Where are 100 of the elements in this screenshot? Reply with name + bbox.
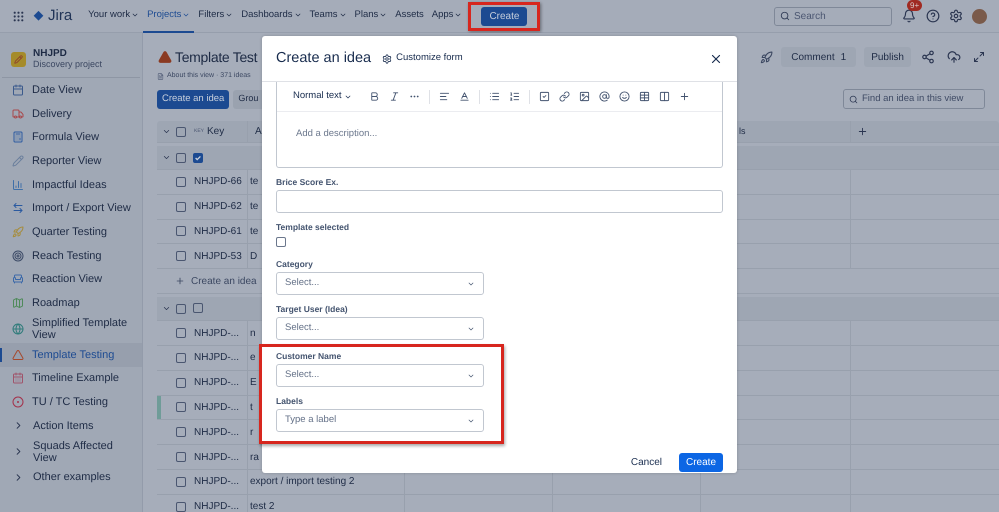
sidebar-item[interactable]: Import / Export View: [0, 196, 142, 220]
customize-form-button[interactable]: Customize form: [382, 51, 463, 66]
view-search-field[interactable]: Find an idea in this view: [843, 89, 985, 109]
chevron-icon: [379, 11, 388, 19]
select-field[interactable]: Select...: [276, 364, 484, 387]
nav-menu-item[interactable]: Apps: [428, 0, 466, 32]
sidebar-item[interactable]: Action Items: [0, 414, 142, 438]
checkbox[interactable]: [176, 176, 186, 187]
image-icon[interactable]: [578, 91, 590, 102]
checkbox[interactable]: [176, 502, 186, 512]
view-icon: [12, 396, 24, 408]
app-switcher-icon[interactable]: [12, 10, 25, 22]
dialog-title: Create an idea: [276, 48, 372, 68]
text-color-icon[interactable]: [458, 91, 470, 102]
sidebar-item[interactable]: Timeline Example: [0, 366, 142, 390]
chevron-icon: [182, 11, 190, 19]
checkbox[interactable]: [176, 304, 186, 314]
help-icon[interactable]: [926, 9, 940, 23]
sidebar-item[interactable]: Squads Affected View: [0, 438, 142, 466]
sidebar-item[interactable]: Formula View: [0, 125, 142, 150]
align-icon[interactable]: [438, 91, 450, 102]
nav-menu-item[interactable]: Teams: [306, 0, 350, 32]
checkbox[interactable]: [176, 378, 186, 388]
text-input[interactable]: [276, 190, 723, 213]
checkbox[interactable]: [176, 226, 186, 236]
sidebar-item[interactable]: Impactful Ideas: [0, 172, 142, 196]
checkbox[interactable]: [176, 328, 186, 338]
select-field[interactable]: Type a label: [276, 409, 484, 432]
table-cell-text: NHJPD-...: [193, 376, 239, 390]
checkbox[interactable]: [193, 302, 203, 313]
checkbox[interactable]: [176, 402, 186, 412]
submit-button[interactable]: Create: [678, 453, 723, 472]
sidebar-item[interactable]: TU / TC Testing: [0, 390, 142, 414]
columns-icon[interactable]: [658, 91, 670, 102]
view-icon: [12, 226, 24, 238]
mention-icon[interactable]: [598, 91, 610, 102]
collapse-icon[interactable]: [162, 153, 171, 162]
table-cell-text: D: [249, 250, 258, 264]
search-icon: [780, 11, 790, 21]
avatar[interactable]: [972, 8, 987, 24]
checkbox[interactable]: [176, 152, 186, 162]
italic-icon[interactable]: [388, 91, 400, 102]
sidebar-item[interactable]: Simplified Template View: [0, 314, 142, 343]
group-button[interactable]: Grou: [233, 90, 262, 108]
description-editor[interactable]: Normal text Add a description...: [276, 82, 723, 168]
nav-menu-item[interactable]: Dashboards: [237, 0, 306, 32]
link-icon[interactable]: [558, 91, 570, 102]
cancel-button[interactable]: Cancel: [626, 453, 667, 472]
app-logo[interactable]: Jira: [48, 4, 72, 28]
expand-icon[interactable]: [973, 51, 985, 63]
checkbox[interactable]: [176, 126, 186, 136]
table-icon[interactable]: [638, 91, 650, 102]
plus-icon[interactable]: [678, 91, 690, 102]
checkbox[interactable]: [176, 352, 186, 363]
sidebar-item[interactable]: Delivery: [0, 102, 142, 126]
publish-button[interactable]: Publish: [864, 47, 911, 67]
sidebar-item[interactable]: Other examples: [0, 466, 142, 490]
checkbox[interactable]: [176, 202, 186, 212]
numbered-list-icon[interactable]: [508, 91, 520, 102]
sidebar-item[interactable]: Reaction View: [0, 268, 142, 292]
collapse-icon[interactable]: [162, 127, 171, 136]
sidebar-item[interactable]: Reach Testing: [0, 244, 142, 268]
sidebar-item[interactable]: Reporter View: [0, 149, 142, 173]
notifications-icon[interactable]: [902, 9, 916, 23]
rocket-icon[interactable]: [760, 50, 774, 64]
nav-menu-item[interactable]: Assets: [391, 0, 428, 32]
share-icon[interactable]: [921, 50, 935, 64]
select-field[interactable]: Select...: [276, 272, 484, 295]
checkbox[interactable]: [276, 237, 286, 247]
cloud-upload-icon[interactable]: [947, 50, 961, 64]
bold-icon[interactable]: [368, 91, 380, 102]
emoji-icon[interactable]: [618, 91, 630, 102]
search-field[interactable]: Search: [774, 6, 892, 26]
checkbox[interactable]: [176, 251, 186, 262]
settings-icon[interactable]: [949, 9, 963, 23]
comment-button[interactable]: Comment 1: [781, 47, 856, 67]
sidebar-item[interactable]: Template Testing: [0, 342, 142, 367]
create-idea-button[interactable]: Create an idea: [157, 90, 230, 108]
nav-menu-item[interactable]: Plans: [350, 0, 392, 32]
field-label: Labels: [276, 396, 304, 406]
nav-menu-item[interactable]: Your work: [84, 0, 144, 32]
view-icon: [12, 348, 24, 361]
create-button[interactable]: Create: [481, 6, 528, 26]
column-header[interactable]: Key: [207, 124, 224, 139]
sidebar-item[interactable]: Roadmap: [0, 291, 142, 315]
checkbox[interactable]: [176, 476, 186, 487]
select-field[interactable]: Select...: [276, 317, 484, 340]
create-idea-row[interactable]: Create an idea: [157, 274, 257, 289]
table-cell-text: ra: [249, 450, 259, 465]
checkbox[interactable]: [193, 152, 203, 162]
nav-menu-item[interactable]: Filters: [194, 0, 238, 32]
checkbox[interactable]: [176, 427, 186, 438]
checkbox[interactable]: [176, 452, 186, 462]
column-header[interactable]: A: [248, 124, 262, 139]
add-column-icon[interactable]: [857, 126, 868, 137]
sidebar-item[interactable]: Quarter Testing: [0, 220, 142, 244]
text-style-dropdown[interactable]: Normal text: [293, 89, 352, 104]
checkbox-icon[interactable]: [538, 91, 550, 102]
view-icon: [12, 84, 24, 96]
sidebar-item[interactable]: Date View: [0, 78, 142, 102]
